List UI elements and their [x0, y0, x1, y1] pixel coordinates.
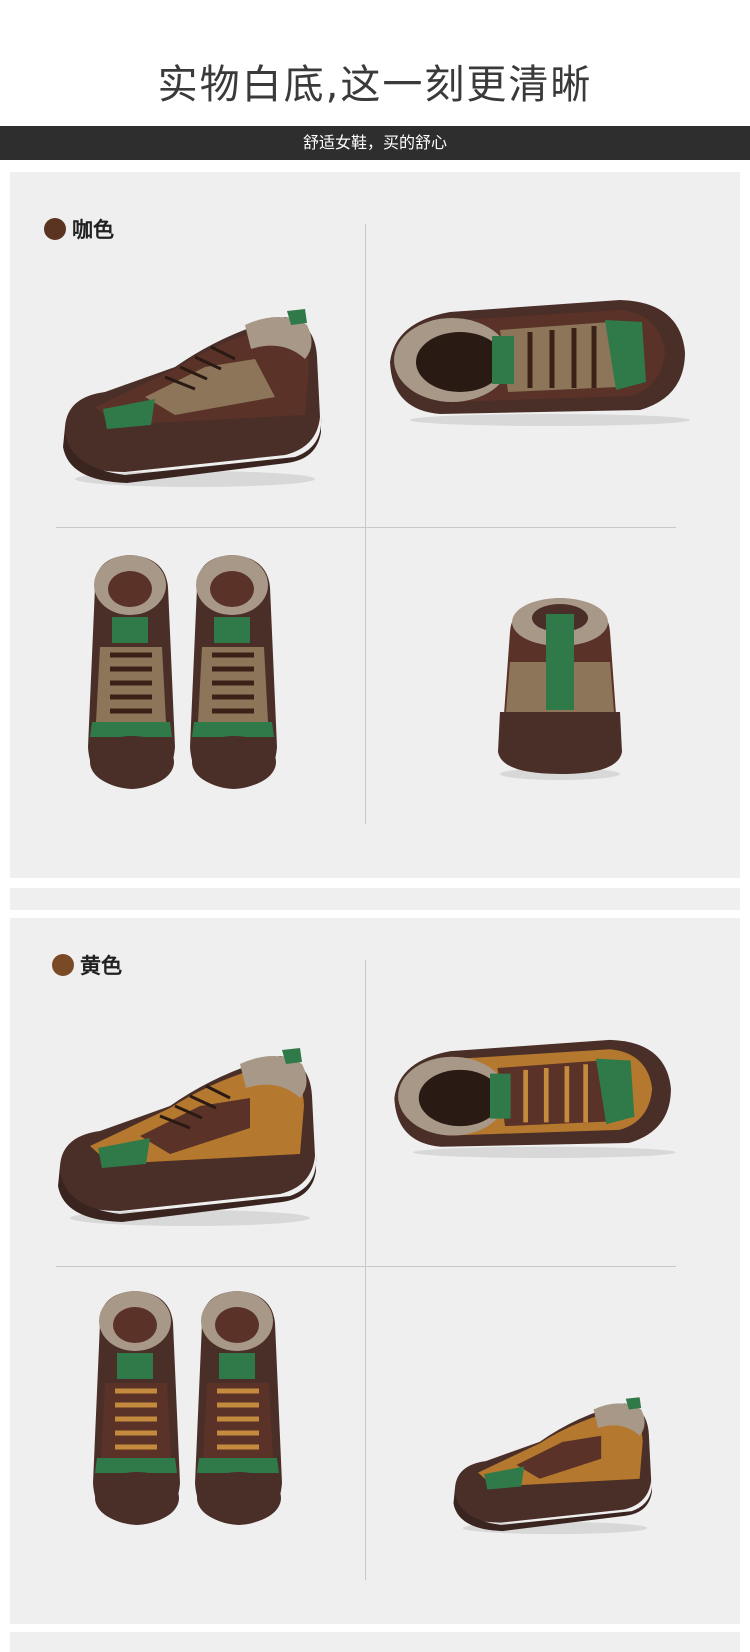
coffee-color-dot	[44, 218, 66, 240]
divider-vertical	[365, 960, 366, 1580]
shoe-image-coffee-side	[63, 309, 322, 487]
yellow-color-dot	[52, 954, 74, 976]
divider-vertical	[365, 224, 366, 824]
shoe-image-coffee-front-pair	[88, 555, 277, 789]
color-label-coffee: 咖色	[44, 214, 114, 244]
shoe-image-yellow-side	[58, 1048, 317, 1226]
color-name-coffee: 咖色	[72, 218, 114, 242]
shoe-image-coffee-back	[498, 598, 622, 780]
section-separator-bottom	[10, 1632, 740, 1652]
shoe-image-yellow-front-pair	[93, 1291, 282, 1525]
section-separator	[10, 888, 740, 910]
page-title: 实物白底,这一刻更清晰	[157, 62, 593, 108]
color-section-yellow: 黄色	[10, 918, 740, 1624]
shoe-image-coffee-top	[390, 300, 690, 426]
divider-horizontal	[56, 527, 676, 528]
divider-horizontal	[56, 1266, 676, 1267]
color-section-coffee: 咖色	[10, 172, 740, 878]
color-label-yellow: 黄色	[52, 950, 122, 980]
shoe-image-yellow-side-right	[453, 1397, 653, 1535]
subtitle-text: 舒适女鞋，买的舒心	[302, 133, 447, 152]
shoe-image-yellow-top	[394, 1039, 676, 1158]
color-name-yellow: 黄色	[80, 954, 122, 978]
subtitle-bar: 舒适女鞋，买的舒心	[0, 126, 750, 160]
